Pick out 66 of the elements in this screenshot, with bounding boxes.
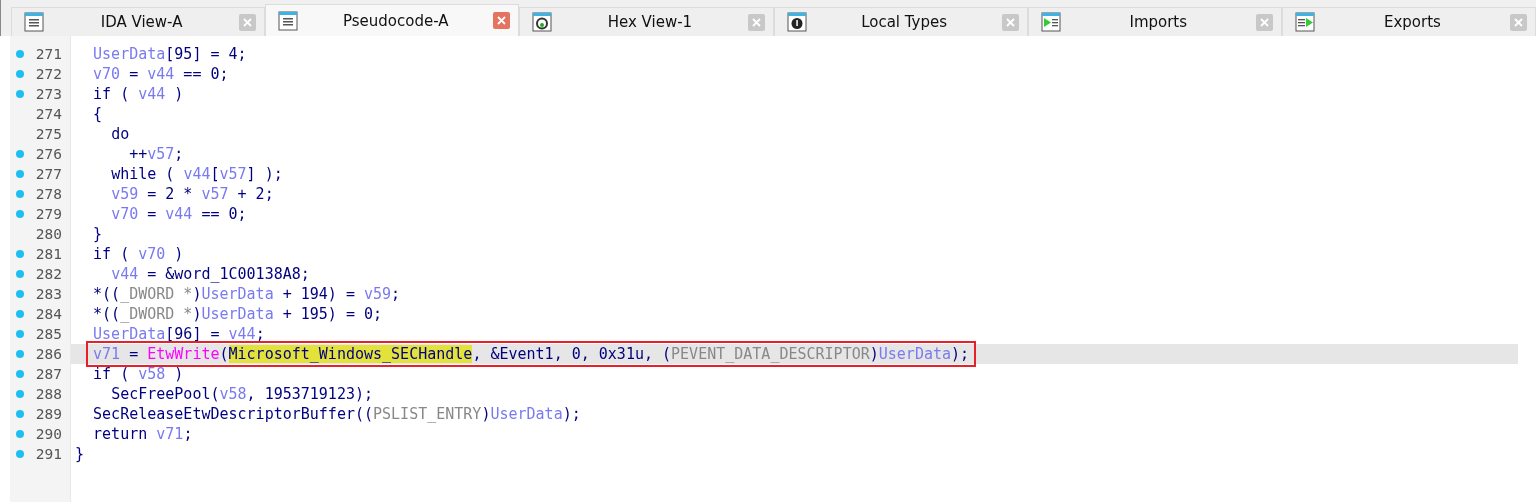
code-line: *((_DWORD *)UserData + 195) = 0;: [92, 304, 384, 324]
code-line: UserData[96] = v44;: [92, 324, 266, 344]
code-line: if ( v44 ): [92, 84, 185, 104]
code-line: do: [110, 124, 131, 144]
line-number: 272: [34, 66, 63, 82]
line-number: 287: [34, 366, 63, 382]
line-number: 283: [34, 286, 63, 302]
line-number: 280: [34, 226, 63, 242]
line-number: 271: [34, 46, 63, 62]
close-button[interactable]: [239, 13, 257, 31]
highlighted-code-line: v71 = EtwWrite(Microsoft_Windows_SECHandle, &Event1, 0, 0x31u, (PEVENT_DATA_DESCRIPTOR)UserData);: [89, 344, 974, 364]
line-number: 276: [34, 146, 63, 162]
view-tab[interactable]: Imports: [1027, 7, 1282, 36]
line-number: 275: [34, 126, 63, 142]
view-tab[interactable]: IDA View-A: [11, 7, 266, 36]
line-number: 282: [34, 266, 63, 282]
list-window-icon: [278, 10, 299, 31]
code-line: {: [92, 104, 104, 124]
line-number: 284: [34, 306, 63, 322]
list-window-icon: [24, 12, 44, 32]
line-number: 273: [34, 86, 63, 102]
close-icon: [1259, 17, 1269, 27]
line-number: 289: [34, 406, 63, 422]
view-tab[interactable]: Hex View-1: [519, 7, 774, 36]
close-button[interactable]: [747, 13, 765, 31]
code-line: ++v57;: [128, 144, 185, 164]
import-window-icon: [1040, 12, 1061, 32]
code-line: v70 = v44 == 0;: [92, 64, 230, 84]
close-icon: [1005, 17, 1015, 27]
code-line: UserData[95] = 4;: [92, 44, 248, 64]
line-number: 279: [34, 206, 63, 222]
view-tab[interactable]: Local Types: [773, 7, 1028, 36]
line-number: 290: [34, 426, 63, 442]
code-line: while ( v44[v57] );: [110, 164, 284, 184]
close-button[interactable]: [1001, 13, 1019, 31]
close-icon: [751, 17, 761, 27]
circle-window-icon: [532, 12, 553, 32]
close-button[interactable]: [1510, 13, 1528, 31]
close-button[interactable]: [1255, 13, 1273, 31]
line-number: 277: [34, 166, 63, 182]
code-line: if ( v70 ): [92, 244, 185, 264]
code-line: v59 = 2 * v57 + 2;: [110, 184, 275, 204]
code-line: v70 = v44 == 0;: [110, 204, 248, 224]
close-button[interactable]: [493, 12, 511, 29]
line-number: 274: [34, 106, 63, 122]
info-window-icon: [786, 12, 807, 32]
code-line: }: [92, 224, 104, 244]
line-number: 288: [34, 386, 63, 402]
close-icon: [497, 16, 507, 25]
close-icon: [1514, 17, 1524, 27]
code-line: v44 = &word_1C00138A8;: [110, 264, 311, 284]
code-line: if ( v58 ): [92, 364, 185, 384]
export-window-icon: [1294, 12, 1315, 32]
line-number: 285: [34, 326, 63, 342]
code-line: return v71;: [92, 424, 194, 444]
view-tab[interactable]: Pseudocode-A: [265, 4, 520, 36]
view-tab[interactable]: Exports: [1281, 7, 1536, 36]
line-number: 291: [34, 446, 63, 462]
line-number: 278: [34, 186, 63, 202]
code-line: }: [74, 444, 86, 464]
close-icon: [243, 17, 253, 27]
line-number: 281: [34, 246, 63, 262]
code-line: SecFreePool(v58, 1953719123);: [110, 384, 375, 404]
code-line: SecReleaseEtwDescriptorBuffer((PSLIST_ENTRY)UserData);: [92, 404, 582, 424]
code-line: *((_DWORD *)UserData + 194) = v59;: [92, 284, 402, 304]
line-number: 286: [34, 346, 63, 362]
